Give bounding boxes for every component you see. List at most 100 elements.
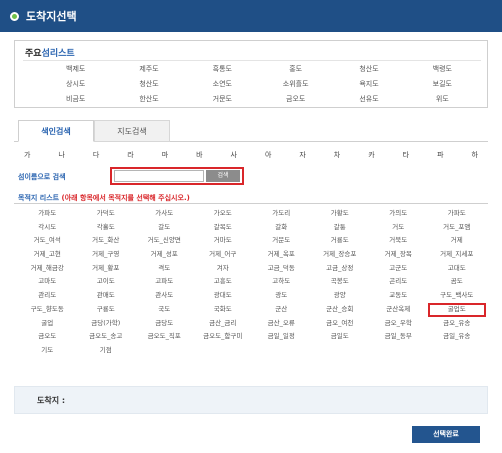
search-button[interactable]: 검색	[206, 170, 240, 182]
destination-item[interactable]: 거제_고현	[18, 248, 77, 262]
destination-item[interactable]: 고마도	[18, 275, 77, 289]
destination-item[interactable]: 금오도_송고	[77, 330, 136, 344]
destination-item[interactable]: 거도_화산	[77, 234, 136, 248]
consonant-index-link[interactable]: 자	[299, 150, 305, 160]
destination-item[interactable]: 국도	[135, 303, 194, 317]
destination-item[interactable]: 금산_금리	[194, 317, 253, 331]
destination-item[interactable]: 거룡도	[311, 234, 370, 248]
destination-item[interactable]: 거도	[369, 221, 428, 235]
destination-item[interactable]: 가도리	[252, 207, 311, 221]
destination-item[interactable]: 각시도	[18, 221, 77, 235]
destination-item[interactable]: 굴업도	[427, 302, 486, 317]
consonant-index-link[interactable]: 하	[471, 150, 477, 160]
destination-item[interactable]: 광도	[252, 289, 311, 303]
destination-item[interactable]: 고대도	[428, 262, 487, 276]
destination-item[interactable]: 거북도	[369, 234, 428, 248]
destination-item[interactable]: 거제_황포	[77, 262, 136, 276]
consonant-index-link[interactable]: 파	[437, 150, 443, 160]
destination-item[interactable]: 금일_동부	[369, 330, 428, 344]
destination-item[interactable]: 거제	[428, 234, 487, 248]
destination-item[interactable]: 금일_일정	[252, 330, 311, 344]
destination-item[interactable]: 굴업	[18, 317, 77, 331]
destination-item[interactable]: 거도_여석	[18, 234, 77, 248]
destination-item[interactable]: 거마도	[194, 234, 253, 248]
consonant-index-link[interactable]: 차	[334, 150, 340, 160]
destination-item[interactable]: 금오도_함구미	[194, 330, 253, 344]
consonant-index-link[interactable]: 바	[196, 150, 202, 160]
destination-item[interactable]: 교동도	[369, 289, 428, 303]
tab-index-search[interactable]: 색인검색	[18, 120, 94, 142]
destination-item[interactable]: 금오도_직포	[135, 330, 194, 344]
destination-item[interactable]: 고흥도	[194, 275, 253, 289]
destination-item[interactable]: 관사도	[135, 289, 194, 303]
destination-item[interactable]: 구도_향도동	[18, 303, 77, 317]
destination-item[interactable]: 가파도	[18, 207, 77, 221]
destination-item[interactable]: 국화도	[194, 303, 253, 317]
select-complete-button[interactable]: 선택완료	[412, 426, 480, 443]
destination-item[interactable]: 관리도	[18, 289, 77, 303]
favorite-island-link[interactable]: 청산도	[332, 64, 405, 75]
destination-item[interactable]: 거도_신양면	[135, 234, 194, 248]
destination-item[interactable]: 고금_상정	[311, 262, 370, 276]
destination-item[interactable]: 기도	[18, 344, 77, 358]
consonant-index-link[interactable]: 마	[162, 150, 168, 160]
destination-item[interactable]: 금당도	[135, 317, 194, 331]
destination-item[interactable]: 금당(가학)	[77, 317, 136, 331]
destination-item[interactable]: 격도	[135, 262, 194, 276]
destination-item[interactable]: 가사도	[135, 207, 194, 221]
consonant-index-link[interactable]: 다	[93, 150, 99, 160]
destination-item[interactable]: 고금_덕동	[252, 262, 311, 276]
destination-item[interactable]: 거제_해금강	[18, 262, 77, 276]
destination-item[interactable]: 거제_옥포	[252, 248, 311, 262]
destination-item[interactable]: 곤리도	[369, 275, 428, 289]
destination-item[interactable]: 곡봉도	[311, 275, 370, 289]
destination-item[interactable]: 군산옥제	[369, 303, 428, 317]
favorite-island-link[interactable]: 상시도	[39, 79, 112, 90]
destination-item[interactable]: 곰도	[428, 275, 487, 289]
favorite-island-link[interactable]: 보길도	[406, 79, 479, 90]
consonant-index-link[interactable]: 카	[368, 150, 374, 160]
destination-item[interactable]: 고하도	[252, 275, 311, 289]
destination-item[interactable]: 고파도	[135, 275, 194, 289]
favorite-island-link[interactable]: 금오도	[259, 94, 332, 105]
destination-item[interactable]: 군산_승회	[311, 303, 370, 317]
favorite-island-link[interactable]: 비금도	[39, 94, 112, 105]
destination-item[interactable]: 갈목도	[194, 221, 253, 235]
destination-item[interactable]: 구도_백사도	[428, 289, 487, 303]
destination-item[interactable]: 고이도	[77, 275, 136, 289]
destination-item[interactable]: 금일_유송	[428, 330, 487, 344]
destination-item[interactable]: 거제_성포	[135, 248, 194, 262]
consonant-index-link[interactable]: 나	[58, 150, 64, 160]
destination-item[interactable]: 금산_오류	[252, 317, 311, 331]
favorite-island-link[interactable]: 소연도	[186, 79, 259, 90]
destination-item[interactable]: 거제_지세포	[428, 248, 487, 262]
destination-item[interactable]: 거도_포앰	[428, 221, 487, 235]
destination-item[interactable]: 금일도	[311, 330, 370, 344]
destination-item[interactable]: 거제_장목	[369, 248, 428, 262]
destination-item[interactable]: 겨자	[194, 262, 253, 276]
destination-item[interactable]: 가의도	[369, 207, 428, 221]
destination-item[interactable]: 금오_유송	[428, 317, 487, 331]
island-search-input[interactable]	[114, 170, 204, 182]
destination-item[interactable]: 관매도	[77, 289, 136, 303]
destination-item[interactable]: 금오_우학	[369, 317, 428, 331]
favorite-island-link[interactable]: 위도	[406, 94, 479, 105]
favorite-island-link[interactable]: 욕지도	[332, 79, 405, 90]
consonant-index-link[interactable]: 라	[127, 150, 133, 160]
destination-item[interactable]: 광양	[311, 289, 370, 303]
destination-item[interactable]: 갈화	[252, 221, 311, 235]
consonant-index-link[interactable]: 타	[403, 150, 409, 160]
favorite-island-link[interactable]: 소위흘도	[259, 79, 332, 90]
destination-item[interactable]: 구룡도	[77, 303, 136, 317]
destination-item[interactable]: 금오_여천	[311, 317, 370, 331]
destination-item[interactable]: 갈퉁	[311, 221, 370, 235]
destination-item[interactable]: 가파도	[428, 207, 487, 221]
consonant-index-link[interactable]: 사	[231, 150, 237, 160]
favorite-island-link[interactable]: 백령도	[406, 64, 479, 75]
favorite-island-link[interactable]: 제주도	[112, 64, 185, 75]
favorite-island-link[interactable]: 홍도	[259, 64, 332, 75]
favorite-island-link[interactable]: 한산도	[112, 94, 185, 105]
consonant-index-link[interactable]: 아	[265, 150, 271, 160]
destination-item[interactable]: 거제_구영	[77, 248, 136, 262]
destination-item[interactable]: 가오도	[194, 207, 253, 221]
